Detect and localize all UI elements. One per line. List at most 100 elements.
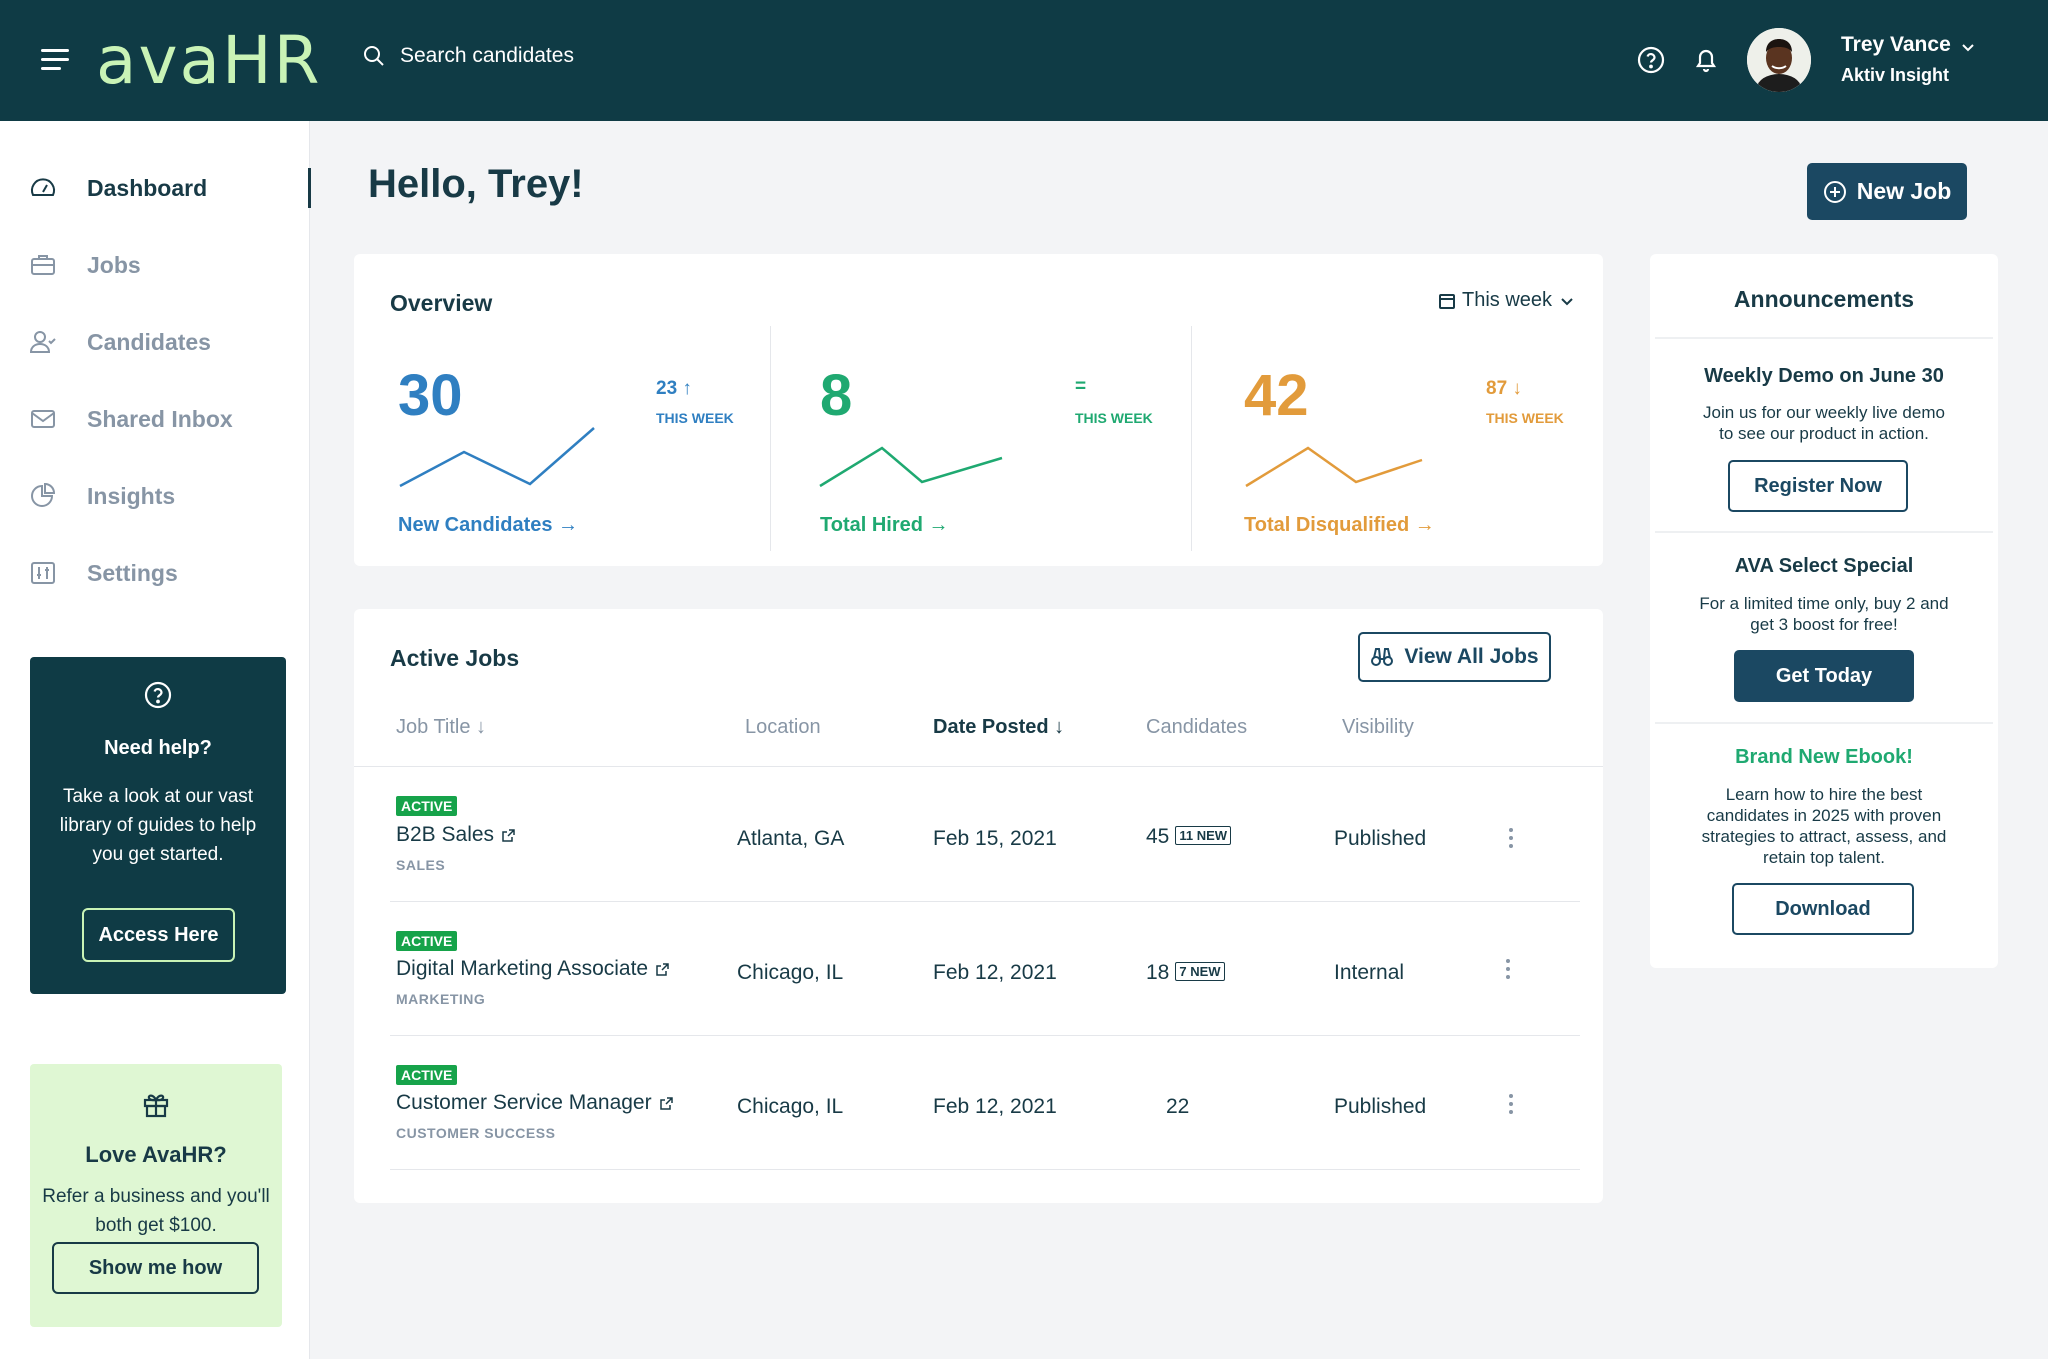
view-all-label: View All Jobs	[1404, 645, 1539, 668]
job-title-label: Digital Marketing Associate	[396, 957, 649, 980]
gift-icon	[143, 1094, 169, 1118]
search-input[interactable]: Search candidates	[400, 44, 574, 68]
more-options-icon[interactable]	[1506, 959, 1512, 981]
get-today-button[interactable]: Get Today	[1734, 650, 1914, 702]
download-button[interactable]: Download	[1732, 883, 1914, 935]
chevron-down-icon	[1561, 297, 1573, 305]
referral-title: Love AvaHR?	[85, 1142, 227, 1167]
job-title-link[interactable]: Customer Service Manager	[396, 1091, 673, 1115]
this-week-label: THIS WEEK	[656, 410, 734, 426]
divider	[354, 766, 1603, 767]
sidebar-item-dashboard[interactable]: Dashboard	[0, 158, 311, 218]
column-header-location[interactable]: Location	[745, 716, 821, 739]
divider	[1655, 531, 1993, 533]
hamburger-menu-icon[interactable]	[41, 49, 69, 71]
job-location: Atlanta, GA	[737, 827, 845, 850]
announcement-title: AVA Select Special	[1734, 555, 1914, 577]
job-department: MARKETING	[396, 991, 486, 1007]
job-title-label: B2B Sales	[396, 823, 495, 846]
period-dropdown[interactable]: This week	[1438, 289, 1576, 312]
help-title: Need help?	[104, 737, 212, 759]
search-icon	[364, 46, 384, 66]
column-header-visibility[interactable]: Visibility	[1342, 716, 1414, 739]
new-job-button[interactable]: New Job	[1807, 163, 1967, 220]
show-me-how-button[interactable]: Show me how	[52, 1242, 259, 1294]
arrow-right-icon: →	[1414, 514, 1435, 536]
pie-chart-icon	[31, 482, 56, 507]
sidebar-item-shared-inbox[interactable]: Shared Inbox	[0, 389, 310, 449]
sidebar-item-candidates[interactable]: Candidates	[0, 312, 310, 372]
briefcase-icon	[31, 255, 55, 275]
view-all-jobs-button[interactable]: View All Jobs	[1358, 632, 1551, 682]
referral-text: Refer a business and you'll both get $10…	[42, 1186, 270, 1236]
help-circle-icon[interactable]	[1635, 44, 1667, 76]
divider	[390, 901, 1580, 902]
header-label: Date Posted	[933, 716, 1049, 738]
divider	[1191, 326, 1192, 551]
total-disqualified-value: 42	[1244, 363, 1309, 428]
external-link-icon	[656, 962, 669, 976]
access-here-button[interactable]: Access Here	[82, 908, 235, 962]
sidebar-item-jobs[interactable]: Jobs	[0, 235, 310, 295]
help-circle-icon	[144, 681, 172, 709]
app-logo[interactable]: avaHR	[96, 22, 321, 100]
job-title-label: Customer Service Manager	[396, 1091, 652, 1114]
sidebar-item-insights[interactable]: Insights	[0, 466, 310, 526]
page-title: Hello, Trey!	[368, 162, 584, 206]
job-candidates[interactable]: 18 7 NEW	[1146, 961, 1225, 985]
job-title-link[interactable]: Digital Marketing Associate	[396, 957, 669, 981]
top-bar: avaHR Search candidates Trey Vance Aktiv…	[0, 0, 2048, 121]
job-title-link[interactable]: B2B Sales	[396, 823, 515, 847]
divider	[390, 1169, 1580, 1170]
sidebar-item-label: Settings	[87, 559, 178, 586]
job-department: SALES	[396, 857, 446, 873]
total-hired-sparkline	[819, 446, 1003, 488]
column-header-date-posted[interactable]: Date Posted ↓	[933, 716, 1064, 739]
search-bar[interactable]: Search candidates	[362, 44, 574, 68]
total-hired-link[interactable]: Total Hired →	[820, 514, 949, 537]
column-header-job-title[interactable]: Job Title ↓	[396, 716, 486, 739]
arrow-right-icon: →	[928, 514, 949, 536]
job-visibility: Published	[1334, 827, 1427, 850]
register-now-button[interactable]: Register Now	[1728, 460, 1908, 512]
user-name[interactable]: Trey Vance	[1841, 33, 1951, 57]
gauge-icon	[31, 178, 55, 196]
announcement-text: retain top talent.	[1763, 848, 1885, 867]
column-header-candidates[interactable]: Candidates	[1146, 716, 1247, 739]
sidebar-item-settings[interactable]: Settings	[0, 543, 310, 603]
chevron-down-icon[interactable]	[1959, 38, 1977, 56]
new-count-badge: 11 NEW	[1175, 826, 1232, 845]
new-candidates-sparkline	[399, 427, 595, 488]
new-count-badge: 7 NEW	[1175, 962, 1225, 981]
period-label: This week	[1462, 289, 1553, 311]
announcement-text: to see our product in action.	[1719, 424, 1929, 443]
link-label: Total Hired	[820, 514, 923, 536]
total-disqualified-sparkline	[1245, 446, 1423, 488]
announcements-card: Announcements Weekly Demo on June 30 Joi…	[1650, 254, 1998, 968]
new-candidates-value: 30	[398, 363, 463, 428]
job-department: CUSTOMER SUCCESS	[396, 1125, 556, 1141]
status-badge: ACTIVE	[396, 931, 458, 951]
new-candidates-link[interactable]: New Candidates →	[398, 514, 578, 537]
referral-card: Love AvaHR? Refer a business and you'll …	[30, 1064, 282, 1327]
avatar[interactable]	[1747, 28, 1811, 92]
divider	[1655, 722, 1993, 724]
more-options-icon[interactable]	[1509, 828, 1515, 850]
job-visibility: Internal	[1334, 961, 1405, 984]
job-candidates[interactable]: 22	[1166, 1095, 1189, 1119]
candidate-count: 45	[1146, 825, 1170, 848]
sliders-icon	[31, 562, 55, 584]
active-jobs-title: Active Jobs	[390, 645, 520, 671]
overview-title: Overview	[390, 290, 493, 316]
total-disqualified-link[interactable]: Total Disqualified →	[1244, 514, 1435, 537]
job-candidates[interactable]: 45 11 NEW	[1146, 825, 1232, 849]
help-card: Need help? Take a look at our vast libra…	[30, 657, 286, 994]
total-hired-delta: =	[1075, 376, 1087, 397]
bell-icon[interactable]	[1690, 44, 1722, 76]
mail-icon	[31, 410, 55, 428]
announcement-text: Join us for our weekly live demo	[1703, 403, 1945, 422]
divider	[1655, 337, 1993, 339]
job-location: Chicago, IL	[737, 1095, 844, 1118]
more-options-icon[interactable]	[1509, 1094, 1515, 1116]
calendar-icon	[1439, 293, 1455, 309]
